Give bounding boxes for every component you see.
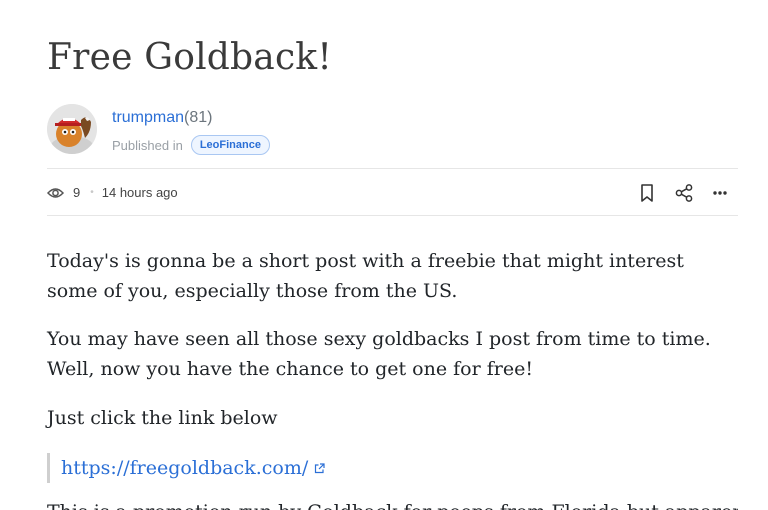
external-link-icon [315, 462, 325, 473]
author-avatar[interactable] [47, 104, 97, 154]
author-reputation: (81) [184, 109, 213, 126]
post-title: Free Goldback! [47, 37, 332, 78]
views-stat: 9 • 14 hours ago [47, 185, 178, 200]
bookmark-icon[interactable] [637, 183, 657, 203]
author-line: trumpman(81) [112, 107, 212, 129]
separator-dot: • [90, 187, 94, 198]
views-count: 9 [73, 185, 81, 200]
published-line: Published in LeoFinance [112, 135, 270, 155]
post-time-ago: 14 hours ago [101, 185, 178, 200]
more-icon[interactable] [710, 183, 730, 203]
post-paragraph: Today's is gonna be a short post with a … [47, 250, 684, 302]
post-paragraph: You may have seen all those sexy goldbac… [47, 328, 711, 380]
community-badge[interactable]: LeoFinance [190, 135, 270, 155]
post-paragraph: Just click the link below [47, 407, 278, 429]
post-stats-bar: 9 • 14 hours ago [47, 179, 738, 207]
link-blockquote: https://freegoldback.com/ [47, 453, 325, 483]
post-page: Free Goldback! trumpman(81) Published in… [47, 0, 738, 510]
author-name-link[interactable]: trumpman [112, 109, 184, 126]
eye-icon [47, 187, 64, 198]
header-divider-bottom [47, 215, 738, 216]
post-paragraph-cut: This is a promotion run by Goldback for … [47, 497, 738, 510]
header-divider-top [47, 168, 738, 169]
published-label: Published in [112, 137, 183, 153]
avatar-image [47, 104, 97, 154]
post-external-link[interactable]: https://freegoldback.com/ [61, 457, 308, 479]
share-icon[interactable] [674, 183, 694, 203]
